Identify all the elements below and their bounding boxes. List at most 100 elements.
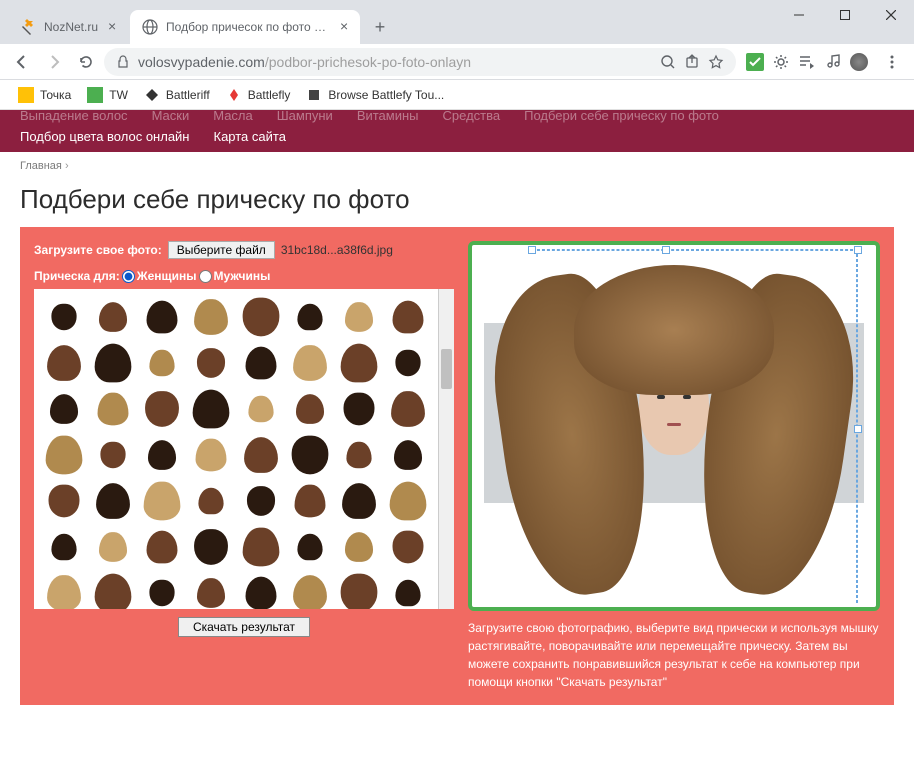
hairstyle-option[interactable] — [188, 295, 235, 339]
hairstyle-option[interactable] — [40, 295, 87, 339]
hairstyle-option[interactable] — [385, 341, 432, 385]
close-window-button[interactable] — [868, 0, 914, 30]
hairstyle-option[interactable] — [286, 525, 333, 569]
resize-handle[interactable] — [854, 425, 862, 433]
hairstyle-option[interactable] — [336, 479, 383, 523]
hairstyle-option[interactable] — [89, 387, 136, 431]
hairstyle-option[interactable] — [286, 341, 333, 385]
hairstyle-option[interactable] — [286, 479, 333, 523]
hairstyle-option[interactable] — [40, 525, 87, 569]
hairstyle-option[interactable] — [40, 479, 87, 523]
url-input[interactable]: volosvypadenie.com/podbor-prichesok-po-f… — [104, 48, 736, 76]
hairstyle-option[interactable] — [385, 479, 432, 523]
ext-check-icon[interactable] — [746, 53, 764, 71]
hairstyle-option[interactable] — [237, 571, 284, 609]
hairstyle-option[interactable] — [188, 387, 235, 431]
preview-box[interactable] — [468, 241, 880, 611]
breadcrumb[interactable]: Главная › — [0, 152, 914, 180]
hairstyle-option[interactable] — [286, 295, 333, 339]
resize-handle[interactable] — [662, 246, 670, 254]
menu-button[interactable] — [878, 48, 906, 76]
search-icon[interactable] — [660, 54, 676, 70]
new-tab-button[interactable]: + — [366, 13, 394, 41]
tab-close-1[interactable]: × — [104, 19, 120, 35]
resize-handle[interactable] — [854, 246, 862, 254]
hairstyle-option[interactable] — [139, 433, 186, 477]
nav-link[interactable]: Масла — [213, 110, 253, 123]
hairstyle-option[interactable] — [139, 387, 186, 431]
nav-link[interactable]: Маски — [152, 110, 190, 123]
radio-men[interactable] — [199, 270, 212, 283]
bookmark-battleriff[interactable]: Battleriff — [138, 83, 216, 107]
hairstyle-option[interactable] — [336, 295, 383, 339]
applied-hairstyle[interactable] — [482, 255, 866, 577]
download-button[interactable]: Скачать результат — [178, 617, 310, 637]
back-button[interactable] — [8, 48, 36, 76]
hairstyle-option[interactable] — [336, 525, 383, 569]
hairstyle-option[interactable] — [385, 525, 432, 569]
hairstyle-option[interactable] — [139, 341, 186, 385]
hairstyle-option[interactable] — [139, 525, 186, 569]
radio-women[interactable] — [122, 270, 135, 283]
profile-avatar[interactable] — [850, 53, 868, 71]
hairstyle-option[interactable] — [237, 387, 284, 431]
ext-playlist-icon[interactable] — [798, 53, 816, 71]
reload-button[interactable] — [72, 48, 100, 76]
star-icon[interactable] — [708, 54, 724, 70]
hairstyle-option[interactable] — [139, 571, 186, 609]
hairstyle-option[interactable] — [336, 433, 383, 477]
choose-file-button[interactable]: Выберите файл — [168, 241, 275, 259]
resize-handle[interactable] — [528, 246, 536, 254]
share-icon[interactable] — [684, 54, 700, 70]
hairstyle-option[interactable] — [40, 387, 87, 431]
tab-2[interactable]: Подбор причесок по фото онла × — [130, 10, 360, 44]
hairstyle-scrollbar[interactable] — [438, 289, 454, 609]
hairstyle-option[interactable] — [89, 295, 136, 339]
forward-button[interactable] — [40, 48, 68, 76]
hairstyle-option[interactable] — [336, 387, 383, 431]
scrollbar-thumb[interactable] — [441, 349, 452, 389]
nav-link[interactable]: Карта сайта — [214, 129, 286, 144]
hairstyle-option[interactable] — [188, 433, 235, 477]
hairstyle-option[interactable] — [188, 341, 235, 385]
hairstyle-option[interactable] — [385, 387, 432, 431]
hairstyle-option[interactable] — [139, 479, 186, 523]
hairstyle-option[interactable] — [40, 433, 87, 477]
hairstyle-option[interactable] — [237, 479, 284, 523]
tab-1[interactable]: NozNet.ru × — [8, 10, 128, 44]
hairstyle-option[interactable] — [40, 341, 87, 385]
nav-link[interactable]: Подбери себе прическу по фото — [524, 110, 719, 123]
hairstyle-option[interactable] — [237, 433, 284, 477]
hairstyle-option[interactable] — [89, 525, 136, 569]
bookmark-battlefy[interactable]: Browse Battlefy Tou... — [300, 83, 450, 107]
hairstyle-option[interactable] — [336, 571, 383, 609]
hairstyle-option[interactable] — [237, 341, 284, 385]
hairstyle-option[interactable] — [286, 387, 333, 431]
maximize-button[interactable] — [822, 0, 868, 30]
hairstyle-option[interactable] — [40, 571, 87, 609]
hairstyle-grid[interactable] — [34, 289, 438, 609]
hairstyle-option[interactable] — [188, 525, 235, 569]
ext-gear-icon[interactable] — [772, 53, 790, 71]
bookmark-tochka[interactable]: Точка — [12, 83, 77, 107]
minimize-button[interactable] — [776, 0, 822, 30]
hairstyle-option[interactable] — [385, 295, 432, 339]
hairstyle-option[interactable] — [237, 295, 284, 339]
hairstyle-option[interactable] — [286, 433, 333, 477]
ext-music-icon[interactable] — [824, 53, 842, 71]
hairstyle-option[interactable] — [89, 479, 136, 523]
nav-link[interactable]: Выпадение волос — [20, 110, 128, 123]
hairstyle-option[interactable] — [89, 433, 136, 477]
bookmark-battlefly[interactable]: Battlefly — [220, 83, 297, 107]
nav-link[interactable]: Шампуни — [277, 110, 333, 123]
bookmark-tw[interactable]: TW — [81, 83, 134, 107]
hairstyle-option[interactable] — [188, 571, 235, 609]
nav-link[interactable]: Витамины — [357, 110, 419, 123]
nav-link[interactable]: Средства — [443, 110, 501, 123]
hairstyle-option[interactable] — [336, 341, 383, 385]
hairstyle-option[interactable] — [89, 571, 136, 609]
hairstyle-option[interactable] — [139, 295, 186, 339]
hairstyle-option[interactable] — [385, 433, 432, 477]
hairstyle-option[interactable] — [286, 571, 333, 609]
hairstyle-option[interactable] — [89, 341, 136, 385]
